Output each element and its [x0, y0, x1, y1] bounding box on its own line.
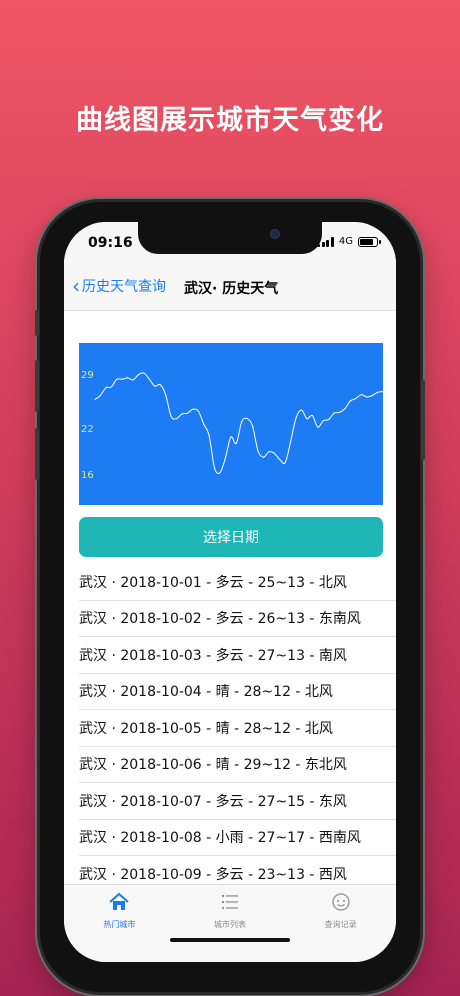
temperature-point [268, 451, 270, 453]
temperature-point [284, 462, 286, 464]
power-button [421, 380, 425, 460]
temperature-point [360, 394, 362, 396]
notch [138, 222, 322, 254]
temperature-point [121, 378, 123, 380]
volume-up-button [35, 360, 39, 412]
temperature-point [300, 409, 303, 411]
list-item[interactable]: 武汉 · 2018-10-02 - 多云 - 26~13 - 东南风 [79, 601, 396, 637]
temperature-point [94, 398, 96, 400]
temperature-point [328, 418, 330, 420]
phone-frame: 09:16 4G ‹ 历史天气查询 武汉· 历史天气 29 22 16 选择日期 武… [35, 202, 425, 992]
app-screen: 09:16 4G ‹ 历史天气查询 武汉· 历史天气 29 22 16 选择日期 武… [64, 222, 396, 962]
temperature-point [186, 412, 188, 414]
list-item[interactable]: 武汉 · 2018-10-06 - 晴 - 29~12 - 东北风 [79, 747, 396, 783]
temperature-series-line [94, 372, 384, 474]
weather-history-list: 武汉 · 2018-10-01 - 多云 - 25~13 - 北风 武汉 · 20… [64, 564, 396, 893]
temperature-point [311, 414, 313, 417]
list-item[interactable]: 武汉 · 2018-10-07 - 多云 - 27~15 - 东风 [79, 783, 396, 820]
mute-switch [35, 310, 39, 336]
temperature-point [105, 387, 107, 389]
temperature-point [170, 415, 172, 417]
temperature-point [181, 413, 183, 415]
chevron-left-icon: ‹ [72, 274, 80, 298]
temperature-point [127, 377, 129, 379]
list-item[interactable]: 武汉 · 2018-10-08 - 小雨 - 27~17 - 西南风 [79, 820, 396, 856]
temperature-point [197, 410, 199, 412]
tab-label: 城市列表 [213, 920, 246, 929]
temperature-point [377, 391, 379, 393]
back-button-label: 历史天气查询 [82, 279, 166, 295]
select-date-button[interactable]: 选择日期 [79, 517, 383, 557]
temperature-point [219, 472, 221, 474]
temperature-point [322, 420, 324, 422]
temperature-chart: 29 22 16 [79, 343, 384, 505]
temperature-point [192, 408, 194, 410]
temperature-point [349, 400, 351, 402]
temperature-point [213, 467, 216, 469]
status-indicators: 4G [317, 236, 381, 247]
temperature-point [165, 394, 167, 396]
y-tick-label: 16 [81, 470, 94, 481]
tab-bar: 热门城市 城市列表 查询记录 [64, 884, 396, 962]
temperature-point [148, 378, 150, 380]
y-tick-label: 29 [81, 370, 94, 381]
temperature-point [99, 394, 101, 397]
temperature-point [159, 384, 161, 386]
temperature-point [175, 418, 178, 420]
tab-list[interactable]: 城市列表 [175, 885, 285, 962]
list-item[interactable]: 武汉 · 2018-10-05 - 晴 - 28~12 - 北风 [79, 710, 396, 747]
list-item[interactable]: 武汉 · 2018-10-01 - 多云 - 25~13 - 北风 [79, 564, 396, 601]
temperature-point [366, 396, 368, 398]
temperature-point [224, 457, 226, 459]
temperature-point [241, 421, 243, 423]
tab-house[interactable]: 热门城市 [64, 885, 174, 962]
temperature-point [290, 441, 292, 443]
temperature-point [235, 442, 237, 444]
list-item[interactable]: 武汉 · 2018-10-04 - 晴 - 28~12 - 北风 [79, 674, 396, 710]
temperature-point [338, 411, 341, 413]
page-title: 武汉· 历史天气 [184, 281, 279, 297]
temperature-point [246, 418, 248, 420]
back-button[interactable]: ‹ 历史天气查询 [72, 276, 166, 296]
temperature-point [371, 394, 373, 397]
temperature-point [143, 372, 145, 374]
house-icon [108, 892, 130, 916]
temperature-chart-svg: 29 22 16 [81, 370, 384, 481]
temperature-point [273, 452, 275, 454]
temperature-point [317, 426, 319, 428]
navigation-bar: ‹ 历史天气查询 武汉· 历史天气 [64, 264, 396, 311]
temperature-point [257, 450, 259, 452]
status-time: 09:16 [88, 235, 133, 251]
tab-label: 查询记录 [324, 920, 357, 929]
temperature-point [208, 435, 210, 437]
tab-history[interactable]: 查询记录 [286, 885, 396, 962]
temperature-point [279, 458, 281, 461]
temperature-point [262, 456, 265, 458]
volume-down-button [35, 428, 39, 480]
battery-icon [358, 236, 381, 247]
home-indicator [170, 938, 290, 942]
tab-label: 热门城市 [103, 920, 136, 929]
list-icon [219, 892, 241, 916]
temperature-point [252, 425, 254, 427]
promo-headline: 曲线图展示城市天气变化 [76, 105, 384, 136]
temperature-point [116, 378, 118, 380]
y-tick-label: 22 [81, 424, 94, 435]
temperature-point [295, 417, 297, 419]
history-icon [330, 892, 352, 916]
temperature-point [154, 385, 156, 387]
temperature-point [344, 408, 346, 410]
temperature-point [132, 379, 134, 381]
temperature-point [333, 412, 335, 414]
temperature-point [355, 397, 357, 400]
list-item[interactable]: 武汉 · 2018-10-03 - 多云 - 27~13 - 南风 [79, 637, 396, 674]
temperature-point [110, 386, 112, 388]
temperature-point [230, 436, 232, 438]
camera-icon [270, 229, 280, 239]
temperature-point [203, 423, 205, 425]
network-type: 4G [338, 236, 353, 247]
temperature-point [306, 418, 308, 420]
temperature-point [137, 374, 140, 376]
